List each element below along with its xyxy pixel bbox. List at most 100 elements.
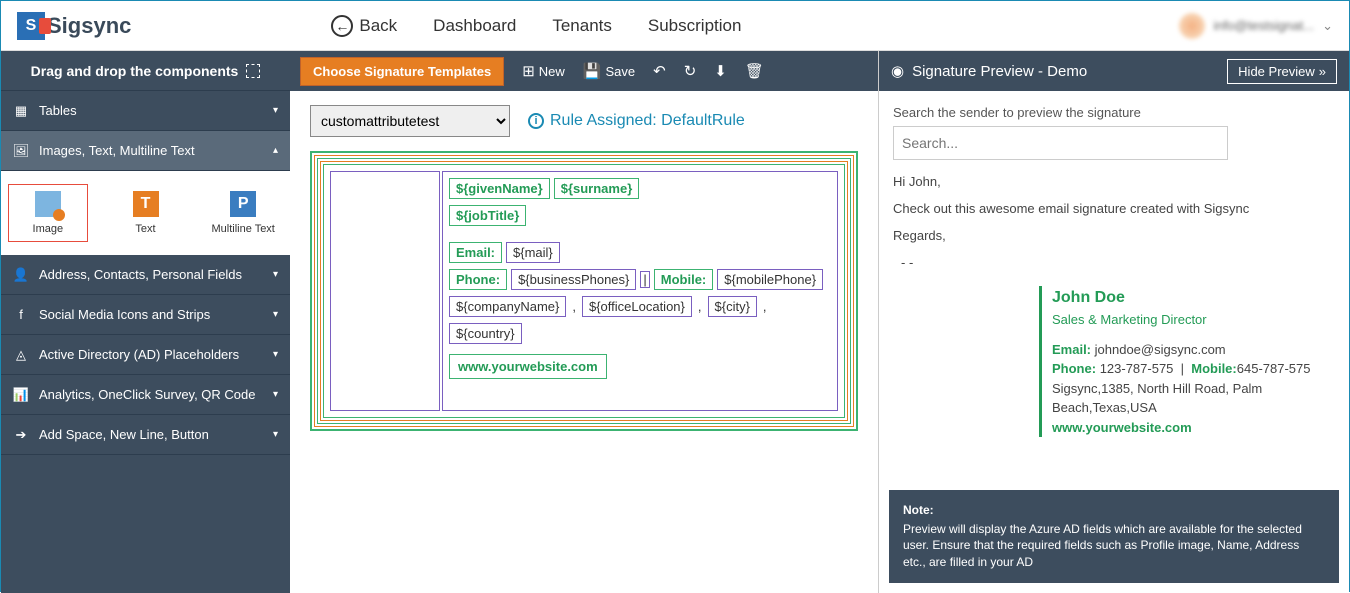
app-header: S Sigsync ← Back Dashboard Tenants Subsc… (1, 1, 1349, 51)
analytics-icon: 📊 (13, 387, 29, 403)
preview-website: www.yourwebsite.com (1052, 418, 1335, 438)
trash-icon: 🗑 (745, 62, 764, 80)
preview-email: johndoe@sigsync.com (1095, 342, 1226, 357)
logo-icon: S (17, 12, 45, 40)
sidebar-item-social[interactable]: f Social Media Icons and Strips ▾ (1, 295, 290, 335)
arrow-right-icon: ➔ (13, 427, 29, 443)
component-text[interactable]: T Text (107, 185, 185, 241)
preview-search-input[interactable] (893, 126, 1228, 160)
logo-text: Sigsync (47, 13, 131, 39)
separator-pipe: | (640, 271, 649, 288)
hide-preview-button[interactable]: Hide Preview » (1227, 59, 1337, 84)
chevron-right-icon: » (1319, 64, 1326, 79)
field-office-location[interactable]: ${officeLocation} (582, 296, 692, 317)
chevron-down-icon: ▾ (273, 269, 278, 280)
label-mobile: Mobile: (654, 269, 714, 290)
template-select[interactable]: customattributetest (310, 105, 510, 137)
email-greeting: Hi John, (893, 174, 1335, 189)
nav-subscription[interactable]: Subscription (648, 16, 742, 36)
field-website[interactable]: www.yourwebsite.com (449, 354, 607, 379)
chevron-down-icon: ▾ (273, 105, 278, 116)
choose-templates-button[interactable]: Choose Signature Templates (300, 57, 504, 86)
chevron-up-icon: ▴ (273, 145, 278, 156)
save-button[interactable]: 💾Save (583, 62, 635, 80)
field-country[interactable]: ${country} (449, 323, 522, 344)
download-button[interactable]: ⬇ (714, 62, 727, 80)
field-business-phones[interactable]: ${businessPhones} (511, 269, 636, 290)
rule-row: customattributetest i Rule Assigned: Def… (290, 91, 878, 151)
field-city[interactable]: ${city} (708, 296, 757, 317)
new-button[interactable]: ⊞New (522, 62, 565, 80)
search-label: Search the sender to preview the signatu… (893, 105, 1335, 120)
user-avatar (1179, 13, 1205, 39)
component-image[interactable]: Image (9, 185, 87, 241)
sidebar-item-address[interactable]: 👤 Address, Contacts, Personal Fields ▾ (1, 255, 290, 295)
email-regards: Regards, (893, 228, 1335, 243)
preview-note: Note: Preview will display the Azure AD … (889, 490, 1339, 583)
signature-canvas[interactable]: ${givenName} ${surname} ${jobTitle} Emai… (310, 151, 858, 431)
editor-toolbar: Choose Signature Templates ⊞New 💾Save ↶ … (290, 51, 878, 91)
chevron-down-icon: ▾ (273, 429, 278, 440)
back-arrow-icon: ← (331, 15, 353, 37)
info-icon: i (528, 113, 544, 129)
ad-icon: ◬ (13, 347, 29, 363)
save-icon: 💾 (583, 62, 602, 80)
facebook-icon: f (13, 307, 29, 323)
signature-preview-block: John Doe Sales & Marketing Director Emai… (893, 286, 1335, 437)
field-surname[interactable]: ${surname} (554, 178, 640, 199)
label-phone: Phone: (449, 269, 507, 290)
chevron-down-icon: ▾ (273, 349, 278, 360)
field-given-name[interactable]: ${givenName} (449, 178, 550, 199)
download-icon: ⬇ (714, 62, 727, 80)
sidebar-item-images-text[interactable]: 🖼 Images, Text, Multiline Text ▴ (1, 131, 290, 171)
chevron-down-icon: ⌄ (1322, 18, 1333, 34)
preview-mobile: 645-787-575 (1237, 361, 1311, 376)
delete-button[interactable]: 🗑 (745, 62, 764, 80)
top-nav: ← Back Dashboard Tenants Subscription (331, 15, 741, 37)
field-mobile-phone[interactable]: ${mobilePhone} (717, 269, 823, 290)
preview-panel: ◉ Signature Preview - Demo Hide Preview … (879, 51, 1349, 593)
nav-dashboard[interactable]: Dashboard (433, 16, 516, 36)
rule-assigned-link[interactable]: i Rule Assigned: DefaultRule (528, 112, 745, 130)
text-component-icon: T (133, 191, 159, 217)
sidebar-item-space[interactable]: ➔ Add Space, New Line, Button ▾ (1, 415, 290, 455)
chevron-down-icon: ▾ (273, 309, 278, 320)
field-mail[interactable]: ${mail} (506, 242, 560, 263)
preview-name: John Doe (1052, 286, 1335, 310)
image-placeholder-cell[interactable] (330, 171, 440, 411)
email-dash: - - (901, 255, 1335, 270)
nav-back[interactable]: ← Back (331, 15, 397, 37)
app-logo: S Sigsync (17, 12, 131, 40)
label-email: Email: (449, 242, 502, 263)
components-panel: Image T Text P Multiline Text (1, 171, 290, 255)
sidebar-item-analytics[interactable]: 📊 Analytics, OneClick Survey, QR Code ▾ (1, 375, 290, 415)
undo-button[interactable]: ↶ (653, 62, 666, 80)
preview-phone: 123-787-575 (1100, 361, 1174, 376)
field-job-title[interactable]: ${jobTitle} (449, 205, 526, 226)
component-multiline[interactable]: P Multiline Text (204, 185, 282, 241)
sidebar-item-tables[interactable]: ▦ Tables ▾ (1, 91, 290, 131)
chevron-down-icon: ▾ (273, 389, 278, 400)
sidebar-title: Drag and drop the components (1, 51, 290, 91)
table-icon: ▦ (13, 103, 29, 119)
redo-button[interactable]: ↻ (684, 62, 697, 80)
user-email: info@testsignat... (1213, 18, 1314, 33)
preview-title: Sales & Marketing Director (1052, 310, 1335, 330)
preview-address: Sigsync,1385, North Hill Road, Palm Beac… (1052, 379, 1335, 418)
user-menu[interactable]: info@testsignat... ⌄ (1179, 13, 1333, 39)
nav-tenants[interactable]: Tenants (552, 16, 612, 36)
plus-icon: ⊞ (522, 62, 535, 80)
image-component-icon (35, 191, 61, 217)
preview-header: ◉ Signature Preview - Demo Hide Preview … (879, 51, 1349, 91)
undo-icon: ↶ (653, 62, 666, 80)
image-icon: 🖼 (13, 143, 29, 159)
fields-cell[interactable]: ${givenName} ${surname} ${jobTitle} Emai… (442, 171, 838, 411)
signature-editor: Choose Signature Templates ⊞New 💾Save ↶ … (290, 51, 879, 593)
email-body-text: Check out this awesome email signature c… (893, 201, 1335, 216)
field-company-name[interactable]: ${companyName} (449, 296, 566, 317)
redo-icon: ↻ (684, 62, 697, 80)
person-icon: 👤 (13, 267, 29, 283)
sidebar-item-ad[interactable]: ◬ Active Directory (AD) Placeholders ▾ (1, 335, 290, 375)
multiline-component-icon: P (230, 191, 256, 217)
grid-icon (246, 64, 260, 78)
